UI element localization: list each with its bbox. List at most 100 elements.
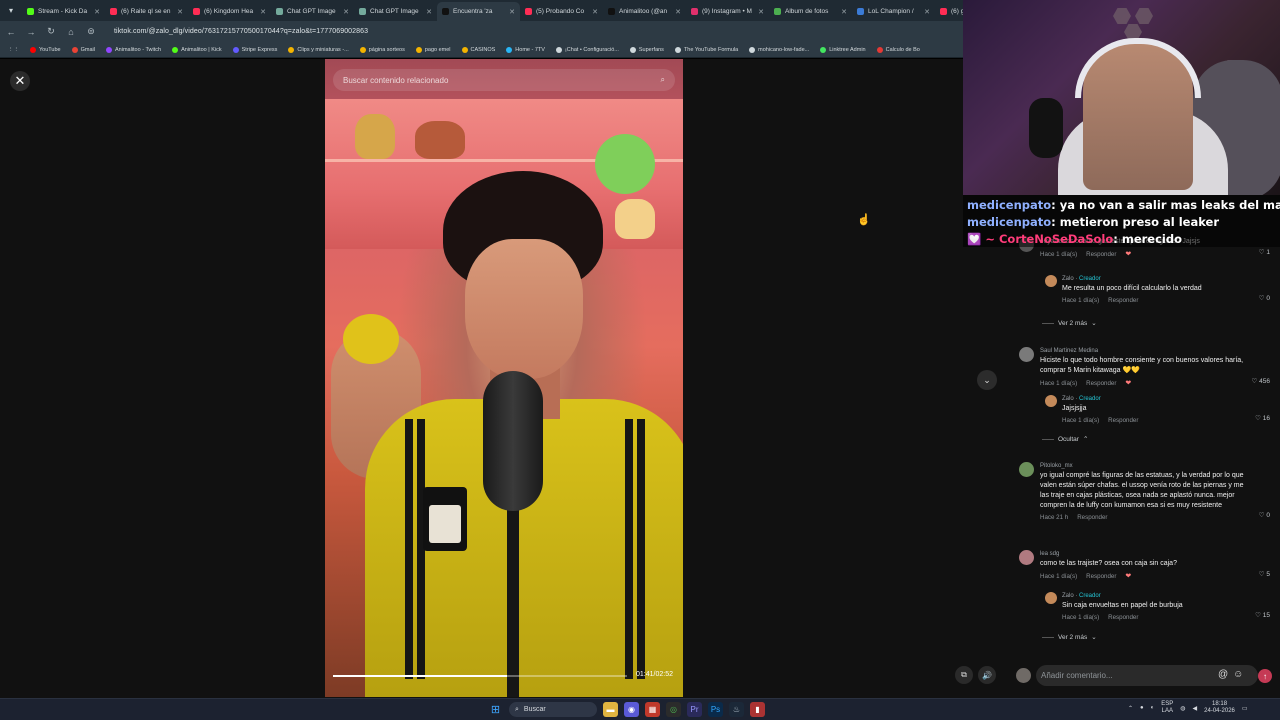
video-player[interactable]: Buscar contenido relacionado ⌕ 01:41/02:… [325, 59, 683, 697]
browser-tab[interactable]: Album de fotos ✕ [769, 2, 852, 21]
bookmark-item[interactable]: YouTube [30, 46, 61, 53]
tab-close-icon[interactable]: ✕ [509, 8, 515, 16]
bookmark-item[interactable]: Gmail [71, 46, 95, 53]
back-icon[interactable]: ← [6, 27, 16, 37]
bookmark-item[interactable]: Animalitoo - Twitch [106, 46, 161, 53]
bookmark-item[interactable]: Stripe Express [232, 46, 277, 53]
search-icon[interactable]: ⌕ [661, 75, 665, 85]
bookmark-item[interactable]: Home - 7TV [506, 46, 545, 53]
notifications-icon[interactable]: ▭ [1242, 705, 1248, 712]
avatar[interactable] [1019, 462, 1034, 477]
clock[interactable]: 18:18 24-04-2026 [1204, 701, 1235, 715]
comment-author[interactable]: Pitoloko_mx [1040, 462, 1250, 471]
browser-tab[interactable]: (5) Probando Co ✕ [520, 2, 603, 21]
browser-tab[interactable]: Animalitoo (@an ✕ [603, 2, 686, 21]
app-icon[interactable]: ▦ [645, 702, 660, 717]
like-button[interactable]: ♡ 456 [1252, 377, 1271, 385]
tab-close-icon[interactable]: ✕ [426, 8, 432, 16]
tray-app-icon[interactable]: ◐ [1151, 705, 1155, 711]
forward-icon[interactable]: → [26, 27, 36, 37]
like-button[interactable]: ♡ 0 [1259, 294, 1270, 302]
bookmark-item[interactable]: Calculo de Bo [876, 46, 920, 53]
floating-player-icon[interactable]: ⧉ [955, 666, 973, 684]
tab-close-icon[interactable]: ✕ [758, 8, 764, 16]
bookmark-item[interactable]: Linktree Admin [820, 46, 866, 53]
bookmark-item[interactable]: mohicano-low-fade... [749, 46, 809, 53]
browser-tab[interactable]: Encuentra 'za ✕ [437, 2, 520, 21]
tab-close-icon[interactable]: ✕ [343, 8, 349, 16]
taskbar-search[interactable]: ⌕ Buscar [509, 702, 597, 717]
tray-app-icon[interactable]: ● [1140, 705, 1144, 711]
browser-tab[interactable]: LoL Champion / ✕ [852, 2, 935, 21]
browser-tab[interactable]: (6) Kingdom Hea ✕ [188, 2, 271, 21]
comment-author[interactable]: Zalo · Creador [1062, 592, 1252, 601]
volume-icon[interactable]: ◀ [1193, 705, 1198, 712]
language-indicator[interactable]: ESP LAA [1161, 701, 1173, 715]
chrome-icon[interactable]: ◎ [666, 702, 681, 717]
bookmark-item[interactable]: The YouTube Formula [674, 46, 738, 53]
bookmark-item[interactable]: Animalitoo | Kick [172, 46, 222, 53]
file-explorer-icon[interactable]: ▬ [603, 702, 618, 717]
site-info-icon[interactable]: ⊜ [86, 26, 96, 37]
browser-tab[interactable]: Stream - Kick Da ✕ [22, 2, 105, 21]
avatar[interactable] [1019, 550, 1034, 565]
avatar[interactable] [1019, 347, 1034, 362]
avatar[interactable] [1045, 592, 1057, 604]
tab-search-icon[interactable]: ▾ [0, 0, 22, 21]
network-icon[interactable]: ◍ [1180, 705, 1185, 712]
reply-button[interactable]: Responder [1108, 297, 1138, 304]
home-icon[interactable]: ⌂ [66, 27, 76, 37]
reply-button[interactable]: Responder [1086, 573, 1116, 580]
tab-close-icon[interactable]: ✕ [94, 8, 100, 16]
like-button[interactable]: ♡ 16 [1255, 414, 1270, 422]
url-field[interactable]: tiktok.com/@zalo_dlg/video/7631721577050… [114, 28, 368, 35]
windows-start-icon[interactable]: ⊞ [488, 702, 503, 717]
premiere-pro-icon[interactable]: Pr [687, 702, 702, 717]
avatar[interactable] [1045, 395, 1057, 407]
like-button[interactable]: ♡ 0 [1259, 511, 1270, 519]
like-button[interactable]: ♡ 5 [1259, 570, 1270, 578]
tab-close-icon[interactable]: ✕ [177, 8, 183, 16]
tab-close-icon[interactable]: ✕ [841, 8, 847, 16]
discord-icon[interactable]: ◉ [624, 702, 639, 717]
bookmark-item[interactable]: Clips y miniaturas -... [288, 46, 349, 53]
comment-author[interactable]: Zalo · Creador [1062, 275, 1252, 284]
comment-author[interactable]: Saul Martinez Medina [1040, 347, 1250, 356]
bookmark-item[interactable]: CASINOS [461, 46, 495, 53]
like-button[interactable]: ♡ 1 [1259, 248, 1270, 256]
next-video-chevron-icon[interactable]: ⌄ [977, 370, 997, 390]
tab-close-icon[interactable]: ✕ [675, 8, 681, 16]
view-more-replies-button[interactable]: Ocultar ⌃ [1042, 435, 1088, 443]
reply-button[interactable]: Responder [1108, 614, 1138, 621]
reload-icon[interactable]: ↻ [46, 26, 56, 37]
browser-tab[interactable]: (9) Instagram • M ✕ [686, 2, 769, 21]
tray-chevron-icon[interactable]: ⌃ [1128, 705, 1133, 712]
view-more-replies-button[interactable]: Ver 2 más ⌄ [1042, 319, 1097, 327]
emoji-icon[interactable]: ☺ [1233, 669, 1243, 680]
reply-button[interactable]: Responder [1086, 380, 1116, 387]
bookmark-item[interactable]: ¡Chat • Configuració... [555, 46, 619, 53]
send-icon[interactable]: ↑ [1258, 669, 1272, 683]
bookmark-item[interactable]: página sorteos [359, 46, 405, 53]
bookmark-item[interactable]: Superfans [629, 46, 664, 53]
apps-icon[interactable]: ⋮⋮ [8, 47, 19, 53]
like-button[interactable]: ♡ 15 [1255, 611, 1270, 619]
volume-icon[interactable]: 🔊 [978, 666, 996, 684]
steam-icon[interactable]: ♨ [729, 702, 744, 717]
tab-close-icon[interactable]: ✕ [592, 8, 598, 16]
tab-close-icon[interactable]: ✕ [924, 8, 930, 16]
mention-icon[interactable]: @ [1218, 669, 1228, 680]
browser-tab[interactable]: Chat GPT Image ✕ [271, 2, 354, 21]
reply-button[interactable]: Responder [1086, 251, 1116, 258]
browser-tab[interactable]: (6) Raite ql se en ✕ [105, 2, 188, 21]
bookmark-item[interactable]: pago emel [415, 46, 451, 53]
browser-tab[interactable]: Chat GPT Image ✕ [354, 2, 437, 21]
photoshop-icon[interactable]: Ps [708, 702, 723, 717]
comment-author[interactable]: Zalo · Creador [1062, 395, 1252, 404]
tab-close-icon[interactable]: ✕ [260, 8, 266, 16]
close-icon[interactable]: ✕ [10, 71, 30, 91]
reply-button[interactable]: Responder [1077, 514, 1107, 521]
avatar[interactable] [1045, 275, 1057, 287]
view-more-replies-button[interactable]: Ver 2 más ⌄ [1042, 633, 1097, 641]
related-search-input[interactable]: Buscar contenido relacionado ⌕ [333, 69, 675, 91]
